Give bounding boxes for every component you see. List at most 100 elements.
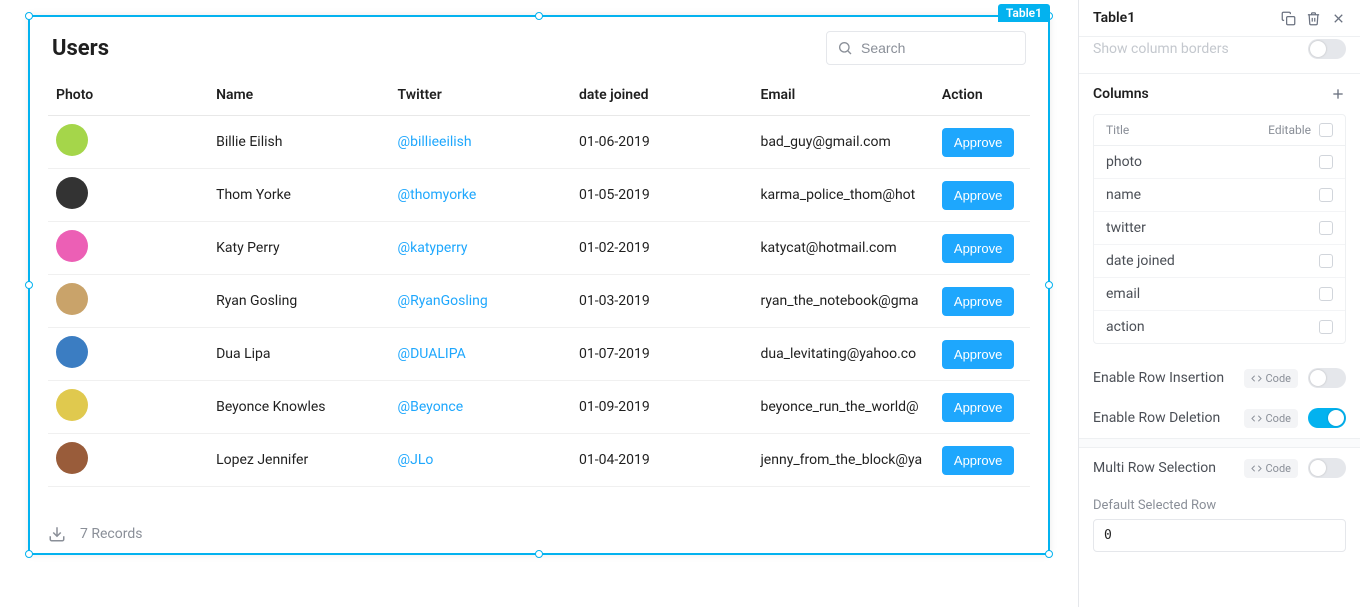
code-pill[interactable]: Code [1244, 369, 1298, 388]
column-header-name[interactable]: Name [208, 75, 389, 116]
cell-date: 01-03-2019 [571, 275, 752, 328]
column-config-label: date joined [1106, 253, 1175, 269]
enable-row-deletion-label: Enable Row Deletion [1093, 410, 1220, 426]
twitter-link[interactable]: @Beyonce [398, 399, 464, 415]
twitter-link[interactable]: @katyperry [398, 240, 468, 256]
cell-date: 01-06-2019 [571, 116, 752, 169]
approve-button[interactable]: Approve [942, 287, 1014, 316]
cell-email: ryan_the_notebook@gma [752, 275, 933, 328]
column-header-twitter[interactable]: Twitter [390, 75, 571, 116]
approve-button[interactable]: Approve [942, 393, 1014, 422]
cell-name: Lopez Jennifer [208, 434, 389, 487]
column-config-label: email [1106, 286, 1140, 302]
search-icon [837, 40, 853, 56]
resize-handle[interactable] [535, 12, 543, 20]
editable-checkbox[interactable] [1319, 287, 1333, 301]
twitter-link[interactable]: @DUALIPA [398, 346, 466, 362]
table-row[interactable]: Katy Perry@katyperry01-02-2019katycat@ho… [48, 222, 1030, 275]
column-config-item[interactable]: twitter [1094, 212, 1345, 245]
approve-button[interactable]: Approve [942, 340, 1014, 369]
table-row[interactable]: Billie Eilish@billieeilish01-06-2019bad_… [48, 116, 1030, 169]
approve-button[interactable]: Approve [942, 446, 1014, 475]
column-config-item[interactable]: date joined [1094, 245, 1345, 278]
twitter-link[interactable]: @thomyorke [398, 187, 477, 203]
column-config-item[interactable]: email [1094, 278, 1345, 311]
column-config-label: action [1106, 319, 1145, 335]
multi-row-selection-label: Multi Row Selection [1093, 460, 1216, 476]
delete-icon[interactable] [1306, 11, 1321, 26]
widget-label-tag[interactable]: Table1 [998, 4, 1050, 22]
cell-date: 01-04-2019 [571, 434, 752, 487]
resize-handle[interactable] [25, 12, 33, 20]
download-icon[interactable] [48, 525, 66, 543]
twitter-link[interactable]: @billieeilish [398, 134, 472, 150]
code-pill[interactable]: Code [1244, 459, 1298, 478]
cell-name: Thom Yorke [208, 169, 389, 222]
default-selected-row-input[interactable] [1093, 519, 1346, 552]
column-config-item[interactable]: name [1094, 179, 1345, 212]
copy-icon[interactable] [1281, 11, 1296, 26]
resize-handle[interactable] [1045, 281, 1053, 289]
editable-all-checkbox[interactable] [1319, 123, 1333, 137]
twitter-link[interactable]: @JLo [398, 452, 434, 468]
avatar [56, 389, 88, 421]
column-config-label: name [1106, 187, 1141, 203]
records-count: 7 Records [80, 526, 142, 542]
canvas-area[interactable]: Table1 Users [0, 0, 1078, 607]
column-config-label: photo [1106, 154, 1142, 170]
cell-date: 01-02-2019 [571, 222, 752, 275]
add-column-button[interactable] [1330, 86, 1346, 102]
toggle-row-deletion[interactable] [1308, 408, 1346, 428]
table-row[interactable]: Lopez Jennifer @JLo 01-04-2019jenny_from_t… [48, 434, 1030, 487]
toggle-show-column-borders[interactable] [1308, 39, 1346, 59]
editable-checkbox[interactable] [1319, 221, 1333, 235]
close-icon[interactable] [1331, 11, 1346, 26]
editable-checkbox[interactable] [1319, 155, 1333, 169]
resize-handle[interactable] [1045, 550, 1053, 558]
partial-setting-label: Show column borders [1093, 41, 1229, 57]
resize-handle[interactable] [25, 281, 33, 289]
table-row[interactable]: Dua Lipa@DUALIPA01-07-2019dua_levitating… [48, 328, 1030, 381]
table-row[interactable]: Beyonce Knowles@Beyonce01-09-2019beyonce… [48, 381, 1030, 434]
enable-row-insertion-label: Enable Row Insertion [1093, 370, 1224, 386]
cell-date: 01-07-2019 [571, 328, 752, 381]
editable-checkbox[interactable] [1319, 320, 1333, 334]
search-input-wrap[interactable] [826, 31, 1026, 65]
column-config-item[interactable]: action [1094, 311, 1345, 343]
table-row[interactable]: Thom Yorke @thomyorke 01-05-2019karma_poli… [48, 169, 1030, 222]
column-config-item[interactable]: photo [1094, 146, 1345, 179]
approve-button[interactable]: Approve [942, 128, 1014, 157]
resize-handle[interactable] [25, 550, 33, 558]
cell-name: Beyonce Knowles [208, 381, 389, 434]
toggle-multi-row-selection[interactable] [1308, 458, 1346, 478]
code-icon [1251, 413, 1262, 424]
editable-checkbox[interactable] [1319, 188, 1333, 202]
cell-email: bad_guy@gmail.com [752, 116, 933, 169]
code-pill[interactable]: Code [1244, 409, 1298, 428]
table-widget[interactable]: Users Photo Name Twitter date joined Em [28, 15, 1050, 555]
cell-date: 01-09-2019 [571, 381, 752, 434]
cell-name: Dua Lipa [208, 328, 389, 381]
search-input[interactable] [861, 40, 1015, 56]
code-icon [1251, 463, 1262, 474]
column-header-email[interactable]: Email [752, 75, 933, 116]
plus-icon [1330, 86, 1346, 102]
column-header-action[interactable]: Action [934, 75, 1030, 116]
default-selected-row-label: Default Selected Row [1079, 488, 1360, 519]
approve-button[interactable]: Approve [942, 181, 1014, 210]
cell-email: jenny_from_the_block@ya [752, 434, 933, 487]
cell-email: karma_police_thom@hot [752, 169, 933, 222]
avatar [56, 230, 88, 262]
table-row[interactable]: Ryan Gosling@RyanGosling01-03-2019ryan_t… [48, 275, 1030, 328]
column-header-photo[interactable]: Photo [48, 75, 208, 116]
approve-button[interactable]: Approve [942, 234, 1014, 263]
editable-checkbox[interactable] [1319, 254, 1333, 268]
avatar [56, 336, 88, 368]
columns-title-header: Title [1106, 123, 1129, 137]
toggle-row-insertion[interactable] [1308, 368, 1346, 388]
twitter-link[interactable]: @RyanGosling [398, 293, 488, 309]
avatar [56, 442, 88, 474]
resize-handle[interactable] [535, 550, 543, 558]
cell-date: 01-05-2019 [571, 169, 752, 222]
column-header-date[interactable]: date joined [571, 75, 752, 116]
